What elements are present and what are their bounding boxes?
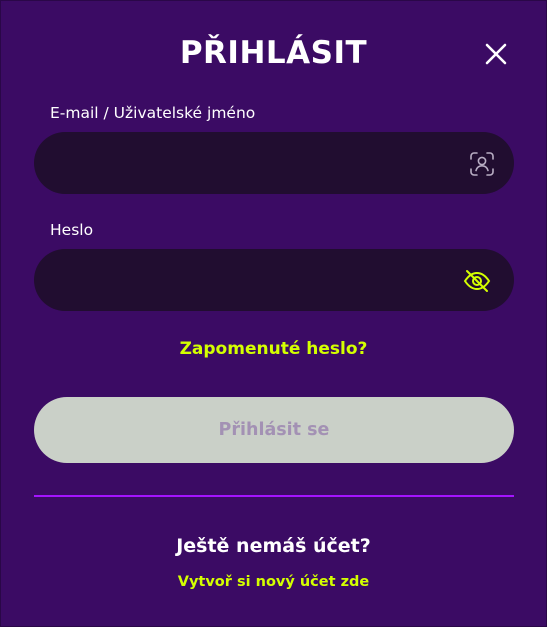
password-field[interactable] [58,249,458,311]
close-icon [485,43,507,65]
forgot-password-link[interactable]: Zapomenuté heslo? [1,339,546,359]
password-field-container [34,249,514,311]
login-modal: PŘIHLÁSIT E-mail / Uživatelské jméno Hes… [0,0,547,627]
email-field-container [34,132,514,194]
email-field[interactable] [58,132,458,194]
modal-title: PŘIHLÁSIT [179,35,368,71]
close-button[interactable] [481,39,511,69]
password-label: Heslo [50,221,94,239]
user-scan-icon [468,150,496,178]
login-submit-button[interactable]: Přihlásit se [34,397,514,463]
divider [34,495,514,497]
eye-off-icon[interactable] [462,267,491,295]
email-label: E-mail / Uživatelské jméno [50,104,256,122]
create-account-link[interactable]: Vytvoř si nový účet zde [1,574,546,590]
no-account-heading: Ještě nemáš účet? [176,535,371,557]
